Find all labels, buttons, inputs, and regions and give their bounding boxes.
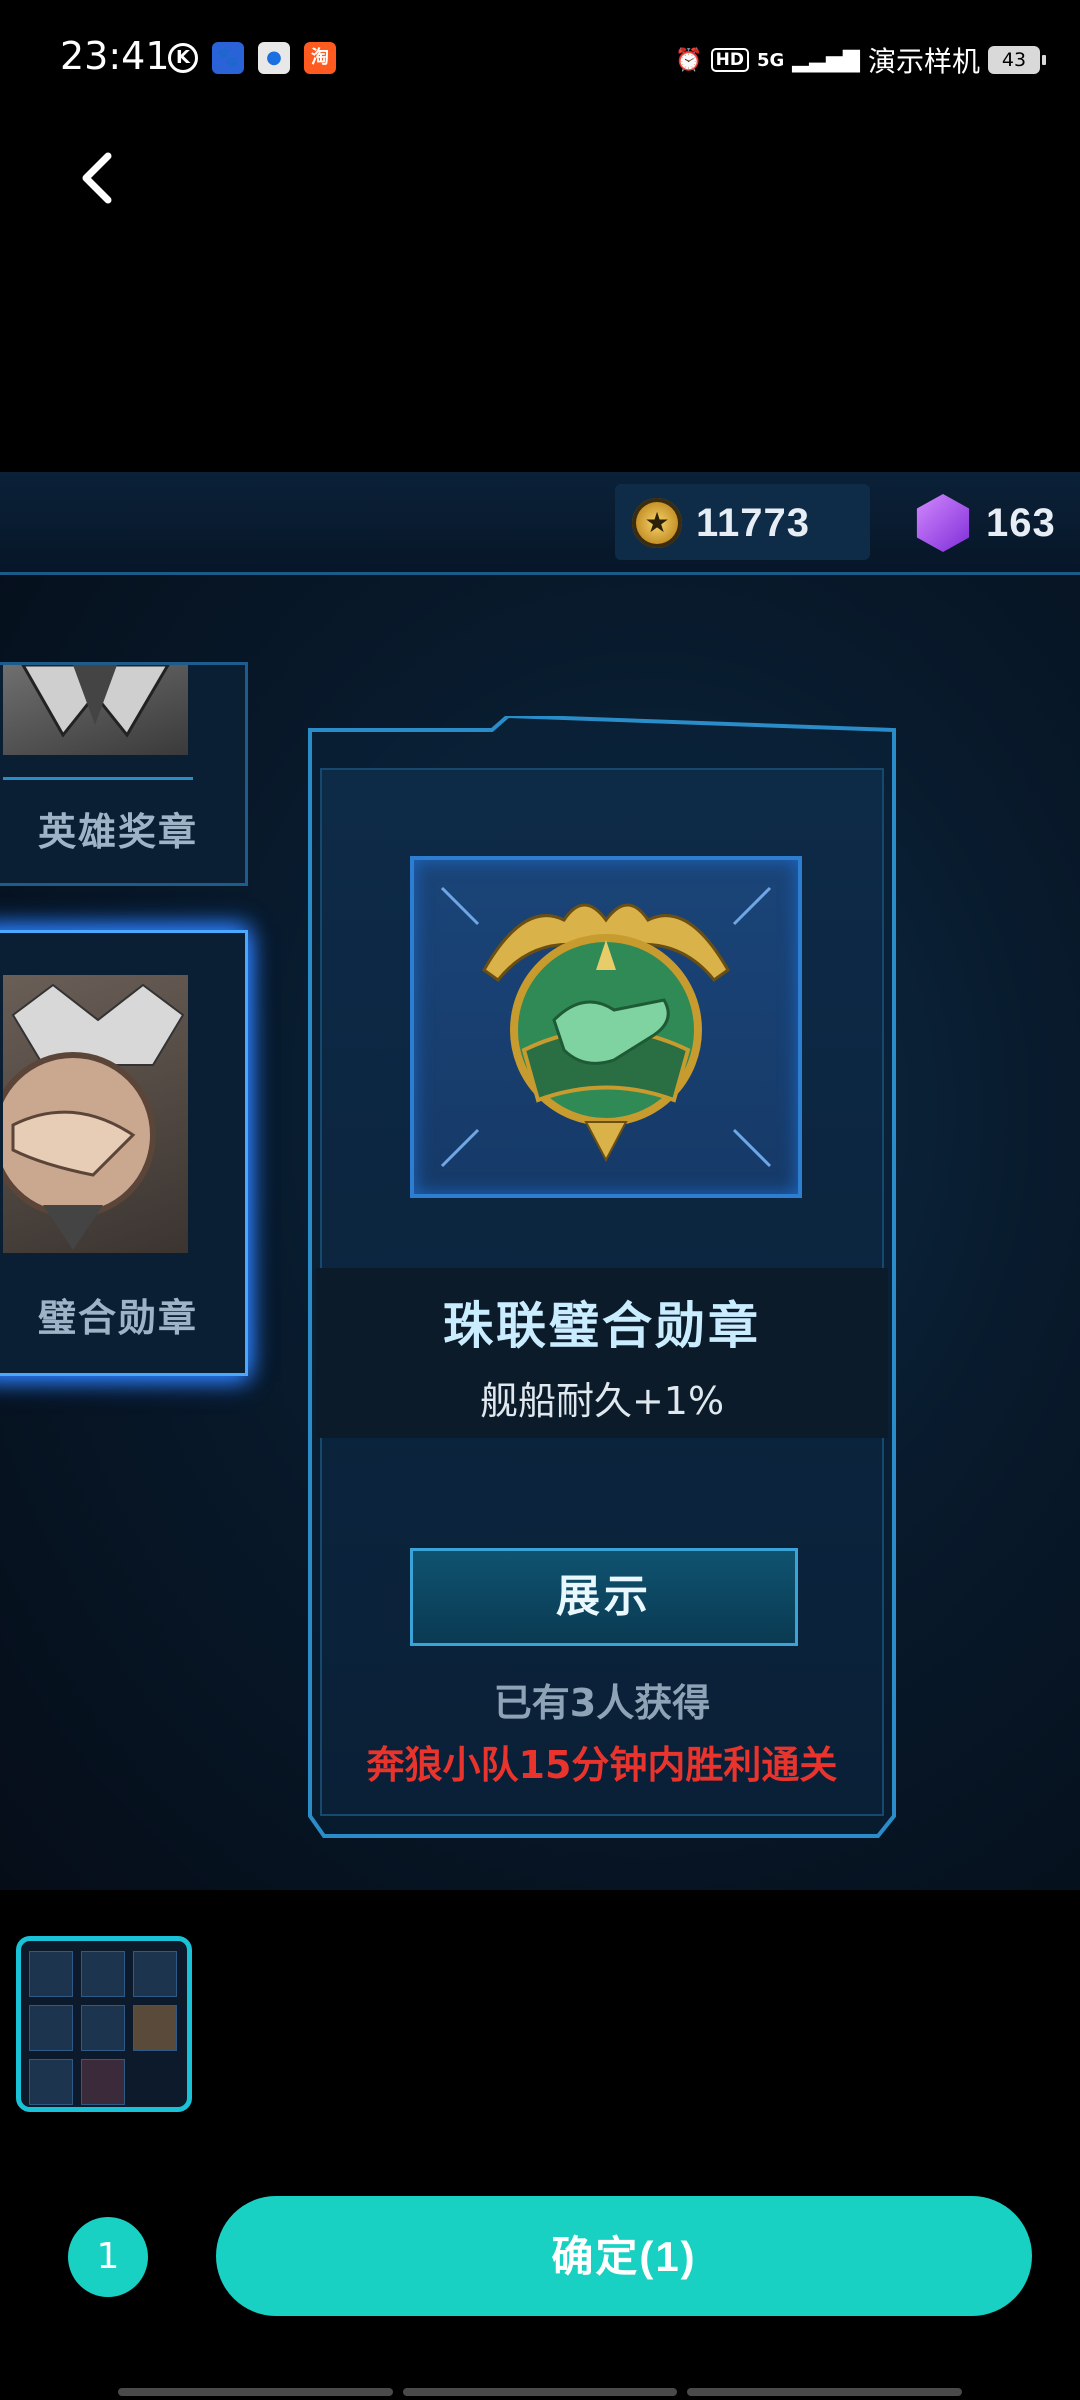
status-bar: 23:41 K 🐾 ● 淘 ⏰ HD 5G ▂▃▅▇ 演示样机 43 (0, 0, 1080, 120)
gem-icon (916, 494, 970, 552)
game-top-bar: 11773 163 (0, 472, 1080, 575)
owners-count: 已有3人获得 (493, 1681, 711, 1725)
network-label: 5G (756, 49, 785, 71)
medal-attribute: 舰船耐久+1% (479, 1379, 725, 1423)
gem-value: 163 (986, 500, 1056, 545)
medal-list-label: 璧合勋章 (37, 1296, 198, 1340)
medal-display (410, 856, 802, 1198)
k-icon: K (168, 43, 198, 73)
medal-image (0, 975, 188, 1253)
gold-coin-icon (632, 498, 682, 548)
selected-count-badge: 1 (68, 2217, 148, 2297)
gold-value: 11773 (696, 500, 811, 545)
handshake-medal-icon (0, 983, 185, 1250)
medal-list-item-selected: 璧合勋章 (0, 930, 248, 1376)
medal-list-label: 英雄奖章 (37, 810, 198, 854)
show-button: 展示 (410, 1548, 798, 1646)
back-button[interactable] (70, 148, 130, 208)
hd-icon: HD (710, 48, 749, 72)
medal-info: 珠联璧合勋章 舰船耐久+1% (316, 1268, 888, 1438)
selected-thumbnail[interactable] (16, 1936, 192, 2112)
medal-detail-panel: 珠联璧合勋章 舰船耐久+1% 展示 已有3人获得 奔狼小队15分钟内胜利通关 (302, 716, 902, 1838)
medal-name: 珠联璧合勋章 (443, 1297, 761, 1355)
taobao-icon: 淘 (304, 42, 336, 74)
unlock-condition: 奔狼小队15分钟内胜利通关 (366, 1743, 838, 1787)
green-handshake-medal-icon (440, 886, 772, 1168)
gold-counter: 11773 (632, 490, 810, 556)
alarm-icon: ⏰ (675, 47, 703, 73)
image-preview: 11773 163 英雄奖章 璧合勋章 (0, 472, 1080, 1890)
status-time: 23:41 (60, 34, 170, 78)
baidu-app-icon: 🐾 (212, 42, 244, 74)
status-right: ⏰ HD 5G ▂▃▅▇ 演示样机 43 (675, 38, 1046, 82)
signal-icon: ▂▃▅▇ (792, 47, 860, 73)
gesture-bar (118, 2388, 963, 2396)
app-icon: ● (258, 42, 290, 74)
medal-image (3, 663, 188, 755)
confirm-button[interactable]: 确定(1) (216, 2196, 1032, 2316)
carrier-name: 演示样机 (867, 45, 980, 78)
thumbnail-grid (29, 1951, 179, 2105)
medal-list-item: 英雄奖章 (0, 662, 248, 886)
battery-icon: 43 (988, 46, 1046, 74)
chevron-left-icon (82, 152, 112, 204)
hero-medal-icon (20, 663, 171, 738)
gem-counter: 163 (914, 490, 1056, 556)
